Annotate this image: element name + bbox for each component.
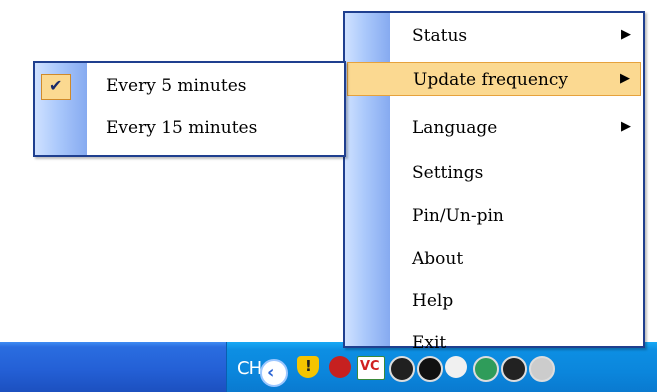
menu-item-exit[interactable]: Exit: [345, 326, 643, 360]
update-frequency-submenu: ✔ Every 5 minutes Every 15 minutes: [33, 61, 346, 157]
submenu-arrow-icon: ▶: [620, 71, 630, 86]
menu-item-label: Status: [412, 26, 468, 46]
language-indicator[interactable]: CH: [237, 358, 262, 379]
menu-item-label: Exit: [412, 333, 447, 353]
checkmark-icon: ✔: [41, 74, 71, 100]
menu-item-settings[interactable]: Settings: [345, 156, 643, 190]
menu-item-label: Help: [412, 291, 454, 311]
menu-item-update-frequency[interactable]: Update frequency ▶: [347, 62, 641, 96]
menu-item-about[interactable]: About: [345, 242, 643, 276]
tray-context-menu: Status ▶ Update frequency ▶ Language ▶ S…: [343, 11, 645, 353]
submenu-item-every-15-minutes[interactable]: Every 15 minutes: [35, 111, 344, 145]
submenu-item-label: Every 5 minutes: [106, 76, 247, 96]
menu-item-label: Language: [412, 118, 498, 138]
menu-item-label: Update frequency: [413, 70, 568, 90]
menu-item-status[interactable]: Status ▶: [345, 19, 643, 53]
menu-item-pin-unpin[interactable]: Pin/Un-pin: [345, 199, 643, 233]
menu-item-label: About: [412, 249, 464, 269]
submenu-arrow-icon: ▶: [621, 27, 631, 42]
menu-item-label: Settings: [412, 163, 484, 183]
menu-item-help[interactable]: Help: [345, 284, 643, 318]
shield-warning-icon[interactable]: !: [297, 356, 319, 378]
submenu-item-label: Every 15 minutes: [106, 118, 258, 138]
menu-item-language[interactable]: Language ▶: [345, 111, 643, 145]
menu-item-label: Pin/Un-pin: [412, 206, 504, 226]
submenu-item-every-5-minutes[interactable]: ✔ Every 5 minutes: [35, 69, 344, 103]
chevron-left-icon[interactable]: ‹: [260, 359, 288, 387]
submenu-arrow-icon: ▶: [621, 119, 631, 134]
